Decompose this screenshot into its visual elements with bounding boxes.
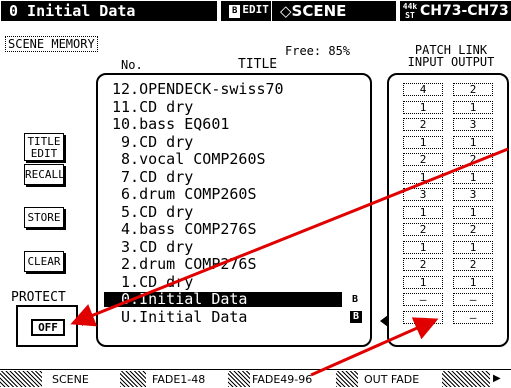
scene-list-item[interactable]: 6.drum COMP260S	[98, 187, 370, 202]
scene-label: 9.CD dry	[112, 132, 194, 151]
patch-output-cell[interactable]: 2	[453, 153, 493, 166]
recall-button[interactable]: RECALL	[24, 164, 65, 185]
column-header-title: TITLE	[238, 57, 278, 72]
title-bar: 0 Initial Data B EDIT ◇SCENE 44k ST CH73-…	[0, 0, 511, 22]
patch-output-cell[interactable]: 1	[453, 135, 493, 149]
scene-label: 11.CD dry	[112, 97, 194, 116]
scene-label: U.Initial Data	[112, 307, 248, 326]
tab-separator	[336, 371, 358, 387]
patch-output-cell[interactable]: 1	[453, 205, 493, 219]
free-memory-label: Free: 85%	[285, 44, 351, 58]
sample-rate-indicator: 44k ST	[400, 1, 420, 21]
sample-rate-top: 44k	[402, 2, 418, 11]
patch-output-cell[interactable]: 3	[453, 188, 493, 201]
selection-arrow-right-icon	[82, 314, 90, 326]
edit-badge: B	[229, 5, 241, 18]
scene-list[interactable]: 12.OPENDECK-swiss70 11.CD dry 10.bass EQ60…	[96, 73, 372, 347]
tab-fade49-96[interactable]: FADE49-96	[252, 373, 312, 387]
patch-input-cell[interactable]: 1	[403, 100, 443, 114]
scene-label: 2.drum COMP276S	[112, 255, 257, 273]
scene-label: 8.vocal COMP260S	[112, 150, 266, 168]
scene-label: 12.OPENDECK-swiss70	[112, 80, 284, 98]
scene-label: 5.CD dry	[112, 202, 194, 221]
patch-output-cell[interactable]: 2	[453, 223, 493, 236]
sample-rate-bottom: ST	[405, 11, 415, 20]
tab-fade1-48[interactable]: FADE1-48	[152, 373, 205, 387]
patch-input-cell[interactable]: –	[403, 293, 443, 306]
clear-button[interactable]: CLEAR	[24, 251, 64, 272]
scene-list-item[interactable]: 0.Initial Data B	[98, 292, 370, 307]
patch-input-cell[interactable]: 1	[403, 205, 443, 219]
patch-input-cell[interactable]: 2	[403, 223, 443, 236]
scene-label: 1.CD dry	[112, 272, 194, 291]
scene-label: 7.CD dry	[112, 167, 194, 186]
title-edit-line2: EDIT	[30, 147, 58, 160]
patch-output-cell[interactable]: 1	[453, 170, 493, 184]
patch-input-cell[interactable]: 1	[403, 275, 443, 289]
protect-off-button[interactable]: OFF	[31, 319, 65, 336]
tab-separator	[442, 371, 490, 387]
channel-label: CH73-CH73	[420, 1, 511, 21]
patch-input-cell[interactable]: 4	[403, 83, 443, 96]
tab-scene[interactable]: SCENE	[52, 373, 89, 387]
scene-label: 10.bass EQ601	[112, 115, 230, 133]
patch-input-cell[interactable]: 3	[403, 188, 443, 201]
scene-list-item[interactable]: 10.bass EQ601	[98, 117, 370, 132]
tab-out-fade[interactable]: OUT FADE	[364, 373, 419, 387]
patch-input-cell[interactable]: 1	[403, 240, 443, 254]
patch-link-heading: PATCH LINK INPUT OUTPUT	[396, 44, 506, 68]
tab-separator	[228, 371, 250, 387]
tab-separator	[120, 371, 146, 387]
scene-b-badge: B	[350, 310, 362, 323]
scene-list-item[interactable]: 7.CD dry	[98, 167, 370, 186]
patch-input-label: INPUT	[407, 55, 444, 69]
protect-group: OFF	[16, 305, 78, 347]
patch-link-panel: 4 2 1 1 2 3 1 1 2 2 1 1 3 3 1 1 2 2 1 1 2 2 1 1– – – –	[387, 73, 509, 347]
scene-label: 3.CD dry	[112, 237, 194, 256]
scene-list-item[interactable]: 2.drum COMP276S	[98, 257, 370, 272]
scene-mode-label: ◇SCENE	[272, 1, 396, 21]
patch-output-cell[interactable]: –	[453, 310, 493, 324]
scene-list-item[interactable]: U.Initial Data B	[98, 307, 370, 326]
protect-label: PROTECT	[11, 290, 66, 305]
section-label: SCENE MEMORY	[5, 36, 98, 52]
patch-input-cell[interactable]: 1	[403, 135, 443, 149]
scene-label: 0.Initial Data	[112, 290, 248, 308]
patch-input-cell[interactable]: –	[403, 310, 443, 324]
diamond-icon: ◇	[280, 2, 292, 20]
edit-indicator: B EDIT	[221, 1, 271, 21]
patch-output-cell[interactable]: 2	[453, 258, 493, 271]
column-header-no: No.	[121, 58, 143, 72]
patch-input-cell[interactable]: 1	[403, 170, 443, 184]
current-scene-title: 0 Initial Data	[1, 1, 217, 21]
patch-output-cell[interactable]: 1	[453, 100, 493, 114]
patch-output-cell[interactable]: 1	[453, 240, 493, 254]
tab-next-arrow-icon[interactable]: ▶	[493, 372, 501, 386]
patch-input-cell[interactable]: 2	[403, 153, 443, 166]
patch-output-cell[interactable]: –	[453, 293, 493, 306]
scene-list-item[interactable]: 4.bass COMP276S	[98, 222, 370, 237]
patch-input-cell[interactable]: 2	[403, 118, 443, 131]
patch-output-cell[interactable]: 3	[453, 118, 493, 131]
store-button[interactable]: STORE	[24, 207, 64, 228]
scene-label: 6.drum COMP260S	[112, 185, 257, 203]
scene-b-badge: B	[348, 293, 362, 307]
patch-input-cell[interactable]: 2	[403, 258, 443, 271]
scene-list-item[interactable]: 1.CD dry	[98, 272, 370, 291]
tab-bar: SCENE FADE1-48 FADE49-96 OUT FADE ▶	[0, 369, 511, 388]
scene-list-item[interactable]: 5.CD dry	[98, 202, 370, 221]
edit-label: EDIT	[242, 3, 269, 16]
patch-output-label: OUTPUT	[451, 55, 495, 69]
patch-output-cell[interactable]: 1	[453, 275, 493, 289]
scene-list-item[interactable]: 12.OPENDECK-swiss70	[98, 82, 370, 97]
scene-label: 4.bass COMP276S	[112, 220, 257, 238]
patch-output-cell[interactable]: 2	[453, 83, 493, 96]
scene-list-item[interactable]: 3.CD dry	[98, 237, 370, 256]
tab-separator	[0, 371, 42, 387]
scene-list-item[interactable]: 8.vocal COMP260S	[98, 152, 370, 167]
scene-list-item[interactable]: 9.CD dry	[98, 132, 370, 151]
title-edit-button[interactable]: TITLE EDIT	[24, 133, 64, 161]
scene-list-item[interactable]: 11.CD dry	[98, 97, 370, 116]
